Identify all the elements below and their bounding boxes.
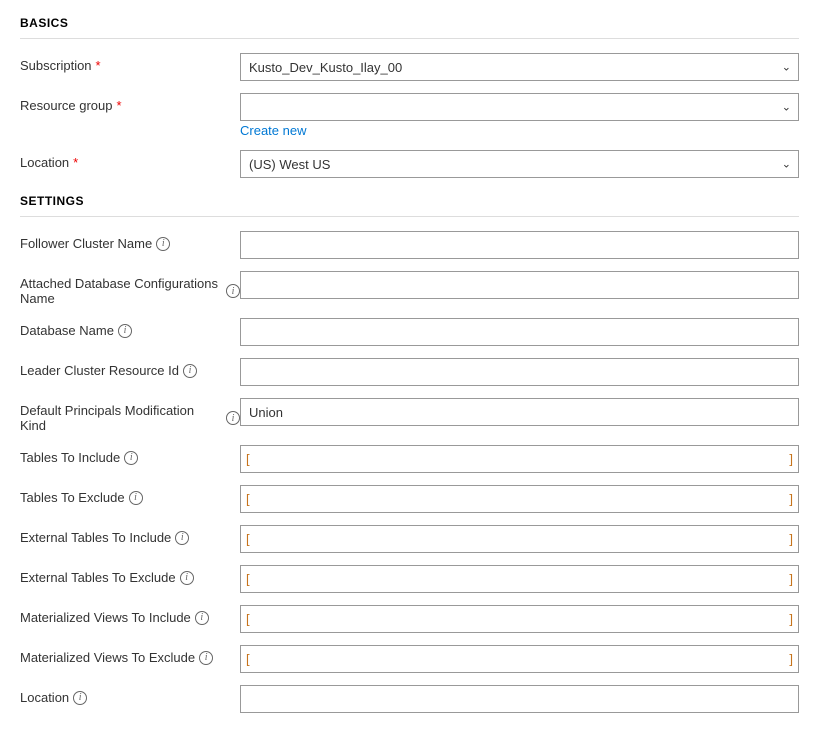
follower-cluster-name-input[interactable] — [240, 231, 799, 259]
tables-to-include-label: Tables To Include i — [20, 445, 240, 465]
basics-section: BASICS Subscription * Kusto_Dev_Kusto_Il… — [20, 16, 799, 178]
external-tables-to-include-row: External Tables To Include i [ ] — [20, 525, 799, 553]
tables-to-include-input[interactable] — [240, 445, 799, 473]
database-name-row: Database Name i — [20, 318, 799, 346]
tables-to-exclude-input[interactable] — [240, 485, 799, 513]
materialized-views-to-exclude-info-icon[interactable]: i — [199, 651, 213, 665]
external-tables-to-include-array-wrap: [ ] — [240, 525, 799, 553]
external-tables-to-exclude-control: [ ] — [240, 565, 799, 593]
materialized-views-to-exclude-array-wrap: [ ] — [240, 645, 799, 673]
materialized-views-to-include-array-wrap: [ ] — [240, 605, 799, 633]
external-tables-to-exclude-array-wrap: [ ] — [240, 565, 799, 593]
attached-db-config-name-info-icon[interactable]: i — [226, 284, 240, 298]
leader-cluster-resource-id-info-icon[interactable]: i — [183, 364, 197, 378]
attached-db-config-name-control — [240, 271, 799, 299]
location-basics-row: Location * (US) West US ⌄ — [20, 150, 799, 178]
follower-cluster-name-label: Follower Cluster Name i — [20, 231, 240, 251]
materialized-views-to-exclude-row: Materialized Views To Exclude i [ ] — [20, 645, 799, 673]
settings-title: SETTINGS — [20, 194, 799, 208]
attached-db-config-name-input[interactable] — [240, 271, 799, 299]
tables-to-exclude-array-wrap: [ ] — [240, 485, 799, 513]
materialized-views-to-include-row: Materialized Views To Include i [ ] — [20, 605, 799, 633]
location-basics-select[interactable]: (US) West US — [240, 150, 799, 178]
external-tables-to-include-info-icon[interactable]: i — [175, 531, 189, 545]
location-settings-label: Location i — [20, 685, 240, 705]
tables-to-include-info-icon[interactable]: i — [124, 451, 138, 465]
resource-group-required: * — [117, 98, 122, 113]
subscription-row: Subscription * Kusto_Dev_Kusto_Ilay_00 ⌄ — [20, 53, 799, 81]
default-principals-mod-kind-label: Default Principals Modification Kind i — [20, 398, 240, 433]
attached-db-config-name-label: Attached Database Configurations Name i — [20, 271, 240, 306]
resource-group-select[interactable] — [240, 93, 799, 121]
external-tables-to-exclude-label: External Tables To Exclude i — [20, 565, 240, 585]
resource-group-row: Resource group * ⌄ Create new — [20, 93, 799, 138]
external-tables-to-exclude-row: External Tables To Exclude i [ ] — [20, 565, 799, 593]
tables-to-exclude-label: Tables To Exclude i — [20, 485, 240, 505]
default-principals-mod-kind-control — [240, 398, 799, 426]
external-tables-to-include-label: External Tables To Include i — [20, 525, 240, 545]
database-name-input[interactable] — [240, 318, 799, 346]
external-tables-to-include-input[interactable] — [240, 525, 799, 553]
resource-group-control: ⌄ Create new — [240, 93, 799, 138]
leader-cluster-resource-id-control — [240, 358, 799, 386]
location-basics-label: Location * — [20, 150, 240, 170]
external-tables-to-include-control: [ ] — [240, 525, 799, 553]
external-tables-to-exclude-input[interactable] — [240, 565, 799, 593]
settings-section: SETTINGS Follower Cluster Name i Attache… — [20, 194, 799, 713]
tables-to-exclude-control: [ ] — [240, 485, 799, 513]
database-name-label: Database Name i — [20, 318, 240, 338]
external-tables-to-exclude-info-icon[interactable]: i — [180, 571, 194, 585]
location-basics-select-wrap: (US) West US ⌄ — [240, 150, 799, 178]
default-principals-mod-kind-input[interactable] — [240, 398, 799, 426]
location-settings-row: Location i — [20, 685, 799, 713]
follower-cluster-name-info-icon[interactable]: i — [156, 237, 170, 251]
tables-to-include-array-wrap: [ ] — [240, 445, 799, 473]
materialized-views-to-exclude-control: [ ] — [240, 645, 799, 673]
subscription-control: Kusto_Dev_Kusto_Ilay_00 ⌄ — [240, 53, 799, 81]
tables-to-exclude-row: Tables To Exclude i [ ] — [20, 485, 799, 513]
location-settings-input[interactable] — [240, 685, 799, 713]
location-basics-required: * — [73, 155, 78, 170]
tables-to-exclude-info-icon[interactable]: i — [129, 491, 143, 505]
settings-divider — [20, 216, 799, 217]
materialized-views-to-include-info-icon[interactable]: i — [195, 611, 209, 625]
materialized-views-to-exclude-label: Materialized Views To Exclude i — [20, 645, 240, 665]
database-name-control — [240, 318, 799, 346]
subscription-select[interactable]: Kusto_Dev_Kusto_Ilay_00 — [240, 53, 799, 81]
leader-cluster-resource-id-row: Leader Cluster Resource Id i — [20, 358, 799, 386]
resource-group-label: Resource group * — [20, 93, 240, 113]
location-settings-control — [240, 685, 799, 713]
location-basics-control: (US) West US ⌄ — [240, 150, 799, 178]
basics-divider — [20, 38, 799, 39]
default-principals-mod-kind-info-icon[interactable]: i — [226, 411, 240, 425]
materialized-views-to-include-label: Materialized Views To Include i — [20, 605, 240, 625]
subscription-select-wrap: Kusto_Dev_Kusto_Ilay_00 ⌄ — [240, 53, 799, 81]
tables-to-include-row: Tables To Include i [ ] — [20, 445, 799, 473]
tables-to-include-control: [ ] — [240, 445, 799, 473]
subscription-required: * — [96, 58, 101, 73]
materialized-views-to-include-input[interactable] — [240, 605, 799, 633]
default-principals-mod-kind-row: Default Principals Modification Kind i — [20, 398, 799, 433]
resource-group-select-wrap: ⌄ — [240, 93, 799, 121]
attached-db-config-name-row: Attached Database Configurations Name i — [20, 271, 799, 306]
database-name-info-icon[interactable]: i — [118, 324, 132, 338]
follower-cluster-name-control — [240, 231, 799, 259]
leader-cluster-resource-id-label: Leader Cluster Resource Id i — [20, 358, 240, 378]
follower-cluster-name-row: Follower Cluster Name i — [20, 231, 799, 259]
basics-title: BASICS — [20, 16, 799, 30]
materialized-views-to-exclude-input[interactable] — [240, 645, 799, 673]
subscription-label: Subscription * — [20, 53, 240, 73]
leader-cluster-resource-id-input[interactable] — [240, 358, 799, 386]
materialized-views-to-include-control: [ ] — [240, 605, 799, 633]
create-new-link[interactable]: Create new — [240, 123, 306, 138]
